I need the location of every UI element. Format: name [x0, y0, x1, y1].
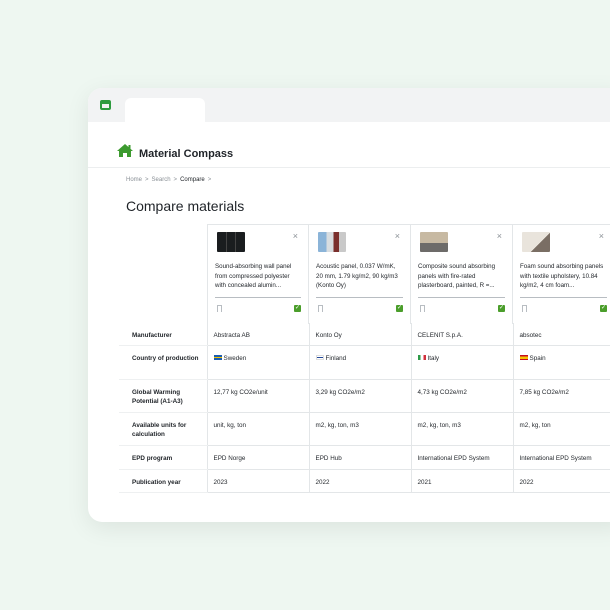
divider [520, 297, 607, 298]
product-description: Sound-absorbing wall panel from compress… [215, 263, 292, 289]
checkbox-checked-icon[interactable]: ✓ [396, 305, 403, 312]
table-cell: 2021 [410, 469, 513, 493]
row-label-units: Available units for calculation [119, 412, 207, 446]
acoustic-panels-image[interactable] [318, 232, 346, 252]
table-cell: 12,77 kg CO2e/unit [206, 379, 309, 413]
row-label-epd-program: EPD program [119, 445, 207, 470]
table-cell: 2023 [206, 469, 309, 493]
table-row: Global Warming Potential (A1-A3) 12,77 k… [119, 379, 610, 413]
table-row: Publication year 2023 2022 2021 2022 [119, 469, 610, 493]
bookmark-icon[interactable] [522, 305, 527, 312]
country-name: Spain [529, 354, 546, 362]
table-cell: International EPD System [410, 445, 513, 470]
foam-panel-image[interactable] [522, 232, 550, 252]
close-icon[interactable]: × [293, 231, 298, 241]
close-icon[interactable]: × [599, 231, 604, 241]
table-cell: 4,73 kg CO2e/m2 [410, 379, 513, 413]
finland-flag-icon [315, 355, 324, 360]
table-cell: 7,85 kg CO2e/m2 [512, 379, 610, 413]
checkbox-checked-icon[interactable]: ✓ [498, 305, 505, 312]
browser-tab[interactable] [125, 98, 205, 122]
table-cell: EPD Norge [206, 445, 309, 470]
product-card[interactable]: × Foam sound absorbing panels with texti… [513, 224, 610, 324]
country-name: Sweden [223, 354, 247, 362]
close-icon[interactable]: × [395, 231, 400, 241]
table-cell: EPD Hub [308, 445, 411, 470]
breadcrumb-compare[interactable]: Compare [180, 177, 205, 183]
checkbox-checked-icon[interactable]: ✓ [294, 305, 301, 312]
checkbox-checked-icon[interactable]: ✓ [600, 305, 607, 312]
product-card[interactable]: × Acoustic panel, 0.037 W/mK, 20 mm, 1.7… [309, 224, 411, 324]
country-name: Finland [325, 354, 347, 362]
table-cell: Italy [410, 345, 513, 380]
divider [215, 297, 301, 298]
home-icon[interactable] [116, 143, 134, 158]
product-cards: × Sound-absorbing wall panel from compre… [207, 224, 610, 324]
table-cell: m2, kg, ton, m3 [308, 412, 411, 446]
table-cell: absotec [512, 323, 610, 346]
comparison-table: Manufacturer Abstracta AB Konto Oy CELEN… [119, 323, 610, 493]
bookmark-icon[interactable] [217, 305, 222, 312]
row-label-publication-year: Publication year [119, 469, 207, 493]
country-name: Italy [427, 354, 440, 362]
row-label-country: Country of production [119, 345, 207, 380]
table-cell: Konto Oy [308, 323, 411, 346]
italy-flag-icon [417, 355, 426, 360]
table-cell: unit, kg, ton [206, 412, 309, 446]
close-icon[interactable]: × [497, 231, 502, 241]
product-description: Acoustic panel, 0.037 W/mK, 20 mm, 1.79 … [316, 263, 398, 289]
table-cell: Finland [308, 345, 411, 380]
sweden-flag-icon [213, 355, 222, 360]
breadcrumb-home[interactable]: Home [126, 177, 142, 183]
divider [418, 297, 505, 298]
breadcrumb-separator: > [173, 177, 178, 183]
row-label-gwp: Global Warming Potential (A1-A3) [119, 379, 207, 413]
breadcrumb-separator: > [145, 177, 149, 183]
table-cell: International EPD System [512, 445, 610, 470]
browser-window: Material Compass Home > Search > Compare… [88, 88, 610, 522]
table-cell: Spain [512, 345, 610, 380]
table-cell: 2022 [512, 469, 610, 493]
bookmark-icon[interactable] [420, 305, 425, 312]
table-cell: 2022 [308, 469, 411, 493]
divider [316, 297, 403, 298]
brand-name[interactable]: Material Compass [139, 148, 233, 160]
product-description: Composite sound absorbing panels with fi… [418, 263, 496, 289]
table-cell: Abstracta AB [206, 323, 309, 346]
browser-tab-bar [88, 88, 610, 122]
breadcrumb-separator: > [207, 177, 212, 183]
table-cell: 3,29 kg CO2e/m2 [308, 379, 411, 413]
table-cell: Sweden [206, 345, 309, 380]
spain-flag-icon [519, 355, 528, 360]
table-cell: m2, kg, ton, m3 [410, 412, 513, 446]
table-row: Manufacturer Abstracta AB Konto Oy CELEN… [119, 323, 610, 346]
breadcrumb: Home > Search > Compare > [126, 177, 211, 183]
breadcrumb-search[interactable]: Search [152, 177, 171, 183]
page-title: Compare materials [126, 198, 245, 214]
table-row: Available units for calculation unit, kg… [119, 412, 610, 446]
table-row: EPD program EPD Norge EPD Hub Internatio… [119, 445, 610, 470]
bookmark-icon[interactable] [318, 305, 323, 312]
table-cell: CELENIT S.p.A. [410, 323, 513, 346]
product-card[interactable]: × Sound-absorbing wall panel from compre… [207, 224, 309, 324]
product-description: Foam sound absorbing panels with textile… [520, 263, 604, 289]
dark-panel-image[interactable] [217, 232, 245, 252]
room-interior-image[interactable] [420, 232, 448, 252]
table-row: Country of production Sweden Finland Ita… [119, 345, 610, 380]
table-cell: m2, kg, ton [512, 412, 610, 446]
app-header: Material Compass [88, 122, 610, 168]
row-label-manufacturer: Manufacturer [119, 323, 207, 346]
browser-window-icon [100, 100, 111, 110]
product-card[interactable]: × Composite sound absorbing panels with … [411, 224, 513, 324]
